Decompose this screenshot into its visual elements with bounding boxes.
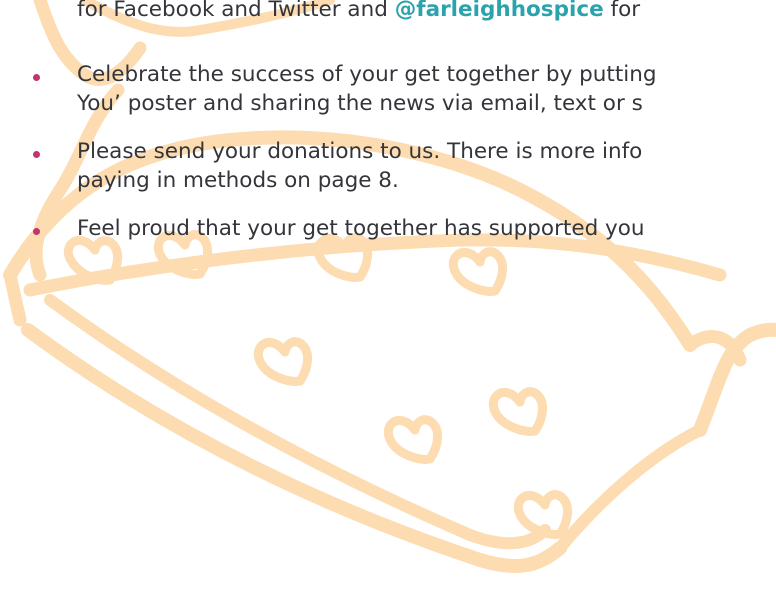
bullet-2-line-1: Please send your donations to us. There … — [77, 139, 643, 164]
bullet-3-line-1: Feel proud that your get together has su… — [77, 216, 645, 241]
social-media-line: for Facebook and Twitter and @farleighho… — [77, 0, 640, 24]
bullet-2-line-2: paying in methods on page 8. — [77, 168, 399, 193]
twitter-handle: @farleighhospice — [394, 0, 604, 22]
bullet-dot — [33, 74, 40, 81]
bullet-dot — [33, 228, 40, 235]
bullet-1-line-1: Celebrate the success of your get togeth… — [77, 62, 657, 87]
fundraising-tips: for Facebook and Twitter and @farleighho… — [0, 0, 776, 604]
bullet-dot — [33, 151, 40, 158]
bullet-1-line-2: You’ poster and sharing the news via ema… — [77, 91, 643, 116]
